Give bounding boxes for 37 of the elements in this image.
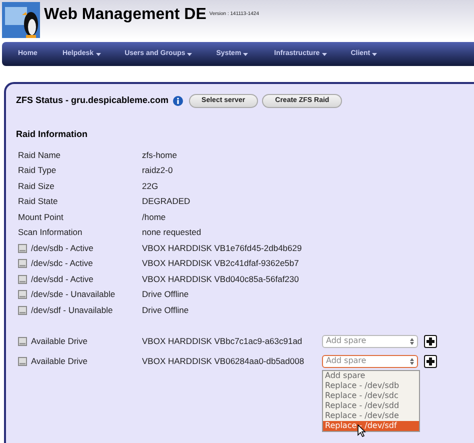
info-label: Raid Size	[18, 180, 54, 193]
drive-label: /dev/sdb - Active	[31, 242, 94, 255]
dropdown-option[interactable]: Replace - /dev/sdd	[323, 400, 419, 410]
app-title: Web Management DE	[44, 5, 206, 25]
drive-value: VBOX HARDDISK VBd040c85a-56faf230	[142, 272, 300, 286]
dropdown-option[interactable]: Replace - /dev/sdf	[323, 420, 419, 430]
dropdown-option[interactable]: Replace - /dev/sdb	[323, 380, 419, 390]
info-label: Scan Information	[18, 226, 82, 240]
drive-label: /dev/sdc - Active	[31, 257, 93, 270]
info-value: /home	[142, 210, 167, 224]
info-value: zfs-home	[142, 148, 178, 162]
drive-value: VBOX HARDDISK VBbc7c1ac9-a63c91ad	[142, 334, 304, 348]
drive-value: VBOX HARDDISK VB1e76fd45-2db4b629	[142, 242, 303, 255]
drive-label: /dev/sde - Unavailable	[31, 288, 116, 302]
info-value: raidz2-0	[142, 164, 174, 178]
drive-label: /dev/sdf - Unavailable	[31, 304, 113, 317]
dropdown-option[interactable]: Add spare	[323, 370, 419, 380]
drive-value: VBOX HARDDISK VB2c41dfaf-9362e5b7	[142, 257, 300, 270]
drive-label: Available Drive	[31, 354, 88, 368]
info-label: Raid Type	[18, 164, 56, 178]
info-label: Raid Name	[18, 148, 61, 162]
info-label: Mount Point	[18, 210, 64, 224]
drive-value: VBOX HARDDISK VB06284aa0-db5ad008	[142, 354, 306, 368]
section-title: Raid Information	[16, 128, 88, 141]
spare-dropdown[interactable]: Add spare	[322, 354, 418, 368]
drive-label: /dev/sdd - Active	[31, 272, 94, 286]
dropdown-option[interactable]: Replace - /dev/sdc	[323, 390, 419, 400]
info-value: 22G	[142, 180, 160, 193]
drive-label: Available Drive	[31, 334, 88, 348]
drive-value: Drive Offline	[142, 304, 190, 317]
info-label: Raid State	[18, 195, 58, 208]
info-value: none requested	[142, 226, 202, 240]
panel-title: ZFS Status - gru.despicableme.com	[16, 94, 169, 108]
drive-value: Drive Offline	[142, 288, 190, 302]
info-value: DEGRADED	[142, 195, 192, 208]
spare-dropdown[interactable]: Add spare	[322, 334, 418, 348]
dropdown-option[interactable]: Replace - /dev/sde	[323, 410, 419, 420]
